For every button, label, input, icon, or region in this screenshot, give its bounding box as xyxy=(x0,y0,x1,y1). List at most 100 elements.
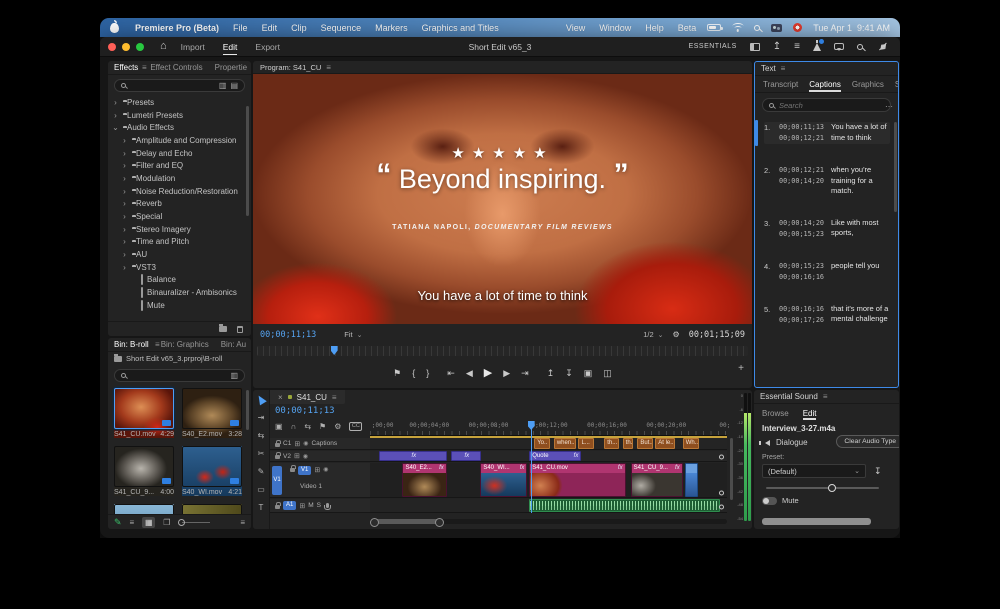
freeform-view-icon[interactable]: ❐ xyxy=(163,518,170,527)
effects-tree-item[interactable]: Mute xyxy=(108,299,251,311)
lock-icon[interactable] xyxy=(290,465,296,472)
eye-icon[interactable]: ◉ xyxy=(303,453,308,460)
text-panel-tab[interactable]: Transcript xyxy=(763,80,798,92)
expand-arrow-icon[interactable]: › xyxy=(121,250,128,259)
media-clip-item[interactable]: S41_CU.mov 4:29 xyxy=(114,388,174,438)
graphic-clip[interactable]: Quote fx xyxy=(529,451,582,461)
clip-thumbnail[interactable] xyxy=(114,446,174,487)
effects-filter-icon[interactable]: ▥ xyxy=(219,81,227,90)
sequence-tab[interactable]: × S41_CU ≡ xyxy=(270,390,345,404)
effects-scrollbar[interactable] xyxy=(246,106,249,216)
timeline-vertical-scrollbar[interactable] xyxy=(730,438,733,500)
clip-thumbnail[interactable] xyxy=(182,504,242,514)
expand-arrow-icon[interactable]: › xyxy=(121,212,128,221)
source-patch-v1[interactable]: V1 xyxy=(272,466,282,495)
clear-audio-type-button[interactable]: Clear Audio Type xyxy=(836,435,899,448)
lock-icon[interactable] xyxy=(275,439,281,447)
effects-tree-item[interactable]: ⌄ Audio Effects xyxy=(108,121,251,134)
caption-clip[interactable]: th... xyxy=(622,438,634,449)
beta-feedback-icon[interactable] xyxy=(813,38,824,51)
panel-menu-icon[interactable]: ≡ xyxy=(823,392,828,401)
track-id[interactable]: C1 xyxy=(283,440,291,447)
mark-in-icon[interactable]: { xyxy=(412,368,415,378)
timeline-playhead[interactable] xyxy=(530,421,532,513)
bins-search[interactable]: ▥ xyxy=(114,369,245,382)
effects-tree-item[interactable]: › Stereo Imagery xyxy=(108,223,251,236)
caption-timecodes[interactable]: 00;00;14;20 00;00;15;23 xyxy=(779,218,826,240)
expand-arrow-icon[interactable]: › xyxy=(121,136,128,145)
expand-arrow-icon[interactable]: ⌄ xyxy=(112,123,119,132)
caption-clip[interactable]: L... xyxy=(578,438,595,449)
go-to-out-icon[interactable]: ⇥ xyxy=(521,368,529,378)
hand-tool-icon[interactable]: ▭ xyxy=(257,485,265,494)
insert-icon[interactable]: ⊞ xyxy=(314,466,320,474)
effects-tree-item[interactable]: › Filter and EQ xyxy=(108,159,251,172)
zoom-window-button[interactable] xyxy=(136,42,144,51)
caption-clip[interactable]: th... xyxy=(604,438,619,449)
effects-tree-item[interactable]: Binauralizer - Ambisonics xyxy=(108,286,251,299)
menu-item[interactable]: Beta xyxy=(678,23,697,33)
text-panel-title[interactable]: Text xyxy=(761,64,776,73)
panel-menu-icon[interactable]: ≡ xyxy=(781,64,786,73)
effects-filter2-icon[interactable]: ▤ xyxy=(230,81,238,90)
extract-icon[interactable]: ↧ xyxy=(565,368,573,378)
delete-icon[interactable] xyxy=(237,325,243,333)
panel-tab[interactable]: Propertie xyxy=(215,63,247,72)
caption-text[interactable]: people tell you xyxy=(831,261,890,283)
apple-menu-icon[interactable] xyxy=(110,19,119,33)
linked-selection-icon[interactable]: ⇆ xyxy=(304,422,311,431)
caption-row[interactable]: 4. 00;00;15;23 00;00;16;16 people tell yo… xyxy=(764,261,890,283)
panel-tab[interactable]: Effect Controls xyxy=(150,63,202,72)
close-window-button[interactable] xyxy=(108,42,116,51)
menu-bar-app-icon[interactable] xyxy=(793,23,803,32)
track-dot[interactable] xyxy=(719,504,724,510)
comments-icon[interactable] xyxy=(834,43,844,51)
intensity-slider[interactable] xyxy=(766,483,879,492)
mark-out-icon[interactable]: } xyxy=(426,368,429,378)
captions-search-input[interactable] xyxy=(779,100,869,110)
audio-clip[interactable] xyxy=(529,499,721,512)
nest-toggle-icon[interactable]: ▣ xyxy=(275,422,283,431)
menu-item[interactable]: Premiere Pro (Beta) xyxy=(135,23,219,33)
mute-toggle[interactable] xyxy=(762,496,777,505)
expand-arrow-icon[interactable]: › xyxy=(121,174,128,183)
video-clip[interactable]: S41_CU.mov fx xyxy=(529,463,626,497)
media-clip-item[interactable]: S40_WI.mov 4:21 xyxy=(182,446,242,496)
insert-icon[interactable]: ⊞ xyxy=(294,440,300,448)
effects-tree-item[interactable]: › Amplitude and Compression xyxy=(108,134,251,147)
marker-icon[interactable]: ⚑ xyxy=(319,422,326,431)
media-clip-item[interactable] xyxy=(182,504,242,514)
new-custom-bin-icon[interactable] xyxy=(219,324,227,332)
v1-track[interactable]: S40_E2... fx S40_WI... fx S41_CU.mov fx … xyxy=(370,463,727,498)
insert-icon[interactable]: ⊞ xyxy=(294,452,300,460)
clip-thumbnail[interactable] xyxy=(182,446,242,487)
program-video-frame[interactable]: ★★★★★ “ Beyond inspiring. ” TATIANA NAPO… xyxy=(253,74,752,324)
text-panel-tab[interactable]: S4 xyxy=(895,80,898,92)
menu-item[interactable]: Help xyxy=(645,23,664,33)
effects-tree-item[interactable]: › Special xyxy=(108,210,251,223)
clip-thumbnail[interactable] xyxy=(114,504,174,514)
bins-filter-icon[interactable]: ▥ xyxy=(230,371,238,380)
menu-item[interactable]: Edit xyxy=(262,23,278,33)
audio-meters[interactable]: 0 -6 -12 -18 -24 -30 -36 -42 -48 -54 xyxy=(736,393,751,521)
pen-tool-icon[interactable]: ✎ xyxy=(258,467,265,476)
expand-arrow-icon[interactable]: › xyxy=(121,149,128,158)
eye-icon[interactable]: ◉ xyxy=(323,466,328,473)
expand-arrow-icon[interactable]: › xyxy=(121,263,128,272)
selection-tool-icon[interactable] xyxy=(255,393,267,406)
bin-breadcrumb[interactable]: Short Edit v65_3.prproj\B-roll xyxy=(108,352,251,365)
program-scrubber[interactable] xyxy=(257,346,748,356)
effects-tree-item[interactable]: › Noise Reduction/Restoration xyxy=(108,185,251,198)
timeline-content[interactable]: ;00;00 00;00;04;00 00;00;08;00 00;00;12;00 0… xyxy=(370,421,730,513)
menu-item[interactable]: Sequence xyxy=(321,23,362,33)
settings-sliders-icon[interactable]: ≡ xyxy=(794,41,800,52)
caption-text[interactable]: Like with most sports, xyxy=(831,218,890,240)
caption-timecodes[interactable]: 00;00;16;16 00;00;17;26 xyxy=(779,304,826,326)
lift-icon[interactable]: ↥ xyxy=(547,368,555,378)
timeline-horizontal-scrollbar[interactable] xyxy=(370,518,727,527)
menu-item[interactable]: Markers xyxy=(375,23,408,33)
caption-clip[interactable]: Yo.. xyxy=(534,438,550,449)
text-panel-tab[interactable]: Captions xyxy=(809,80,841,92)
lock-icon[interactable] xyxy=(275,452,281,459)
insert-icon[interactable]: ⊞ xyxy=(299,502,305,510)
